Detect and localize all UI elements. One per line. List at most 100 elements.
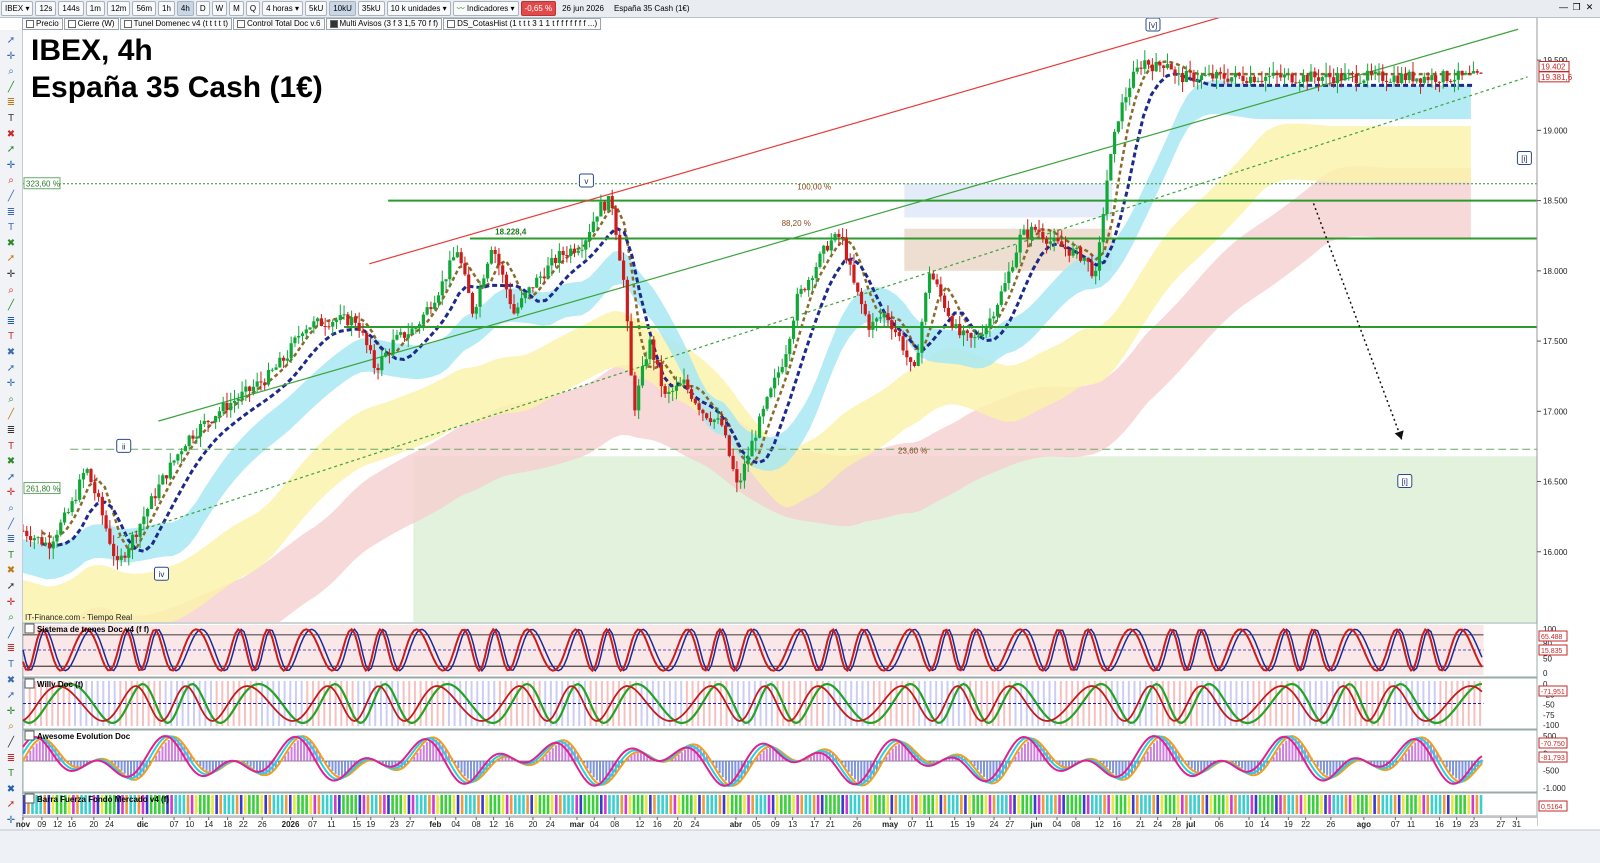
wave-label: [i]	[1397, 474, 1413, 489]
fib-extension-text: 323,60 %	[26, 180, 60, 189]
candle-body	[85, 469, 89, 473]
candle-body	[1320, 77, 1324, 81]
candle-body	[1328, 73, 1332, 78]
price-chart[interactable]: 18.228,4 88,20 % 100,00 % 23,60 % 323,60 % 26…	[0, 0, 1600, 863]
candle-body	[376, 367, 380, 371]
x-tick-label: 09	[37, 820, 46, 829]
awesome-bar	[762, 750, 765, 761]
candle-body	[433, 302, 437, 310]
x-tick-label: 07	[908, 820, 917, 829]
awesome-bar	[1448, 761, 1451, 772]
x-tick-label: 12	[635, 820, 644, 829]
force-bar	[1062, 795, 1065, 814]
force-bar	[763, 795, 767, 814]
candle-body	[875, 318, 879, 322]
candle-body	[916, 352, 920, 366]
force-bar	[370, 795, 374, 814]
force-bar	[878, 795, 881, 814]
force-bar	[935, 795, 939, 814]
force-bar	[1086, 795, 1090, 814]
force-bar	[698, 795, 701, 814]
force-bar	[264, 795, 268, 814]
force-bar	[640, 795, 644, 814]
candle-body	[1203, 74, 1207, 76]
x-tick-label: 24	[105, 820, 114, 829]
wave-label: [i]	[1516, 150, 1532, 165]
candle-body	[202, 420, 206, 425]
awesome-bar	[683, 749, 686, 761]
y-tick-label: 18.000	[1543, 267, 1568, 276]
force-bar	[378, 795, 382, 814]
force-bar	[910, 795, 914, 814]
candle-body	[436, 295, 441, 303]
target-zone-green	[413, 456, 1537, 622]
force-bar	[563, 795, 566, 814]
candle-body	[803, 288, 807, 291]
candle-body	[954, 324, 958, 328]
candle-body	[338, 315, 342, 321]
indicator-tag: -81,793	[1541, 755, 1565, 762]
candle-body	[595, 216, 599, 222]
candle-body	[1248, 76, 1253, 84]
force-bar	[714, 795, 718, 814]
x-tick-label: 16	[505, 820, 514, 829]
x-tick-label: 12	[1095, 820, 1104, 829]
force-bar	[919, 795, 922, 814]
force-bar	[1054, 795, 1057, 814]
awesome-bar	[1237, 761, 1240, 767]
force-bar	[1127, 795, 1131, 814]
candle-body	[1135, 67, 1139, 72]
x-tick-label: 11	[327, 820, 336, 829]
force-bar	[599, 795, 603, 814]
force-bar	[820, 795, 824, 814]
force-bar	[694, 795, 697, 814]
awesome-bar	[768, 747, 771, 761]
candle-body	[788, 338, 792, 355]
x-tick-label: 19	[1452, 820, 1461, 829]
force-bar	[252, 795, 255, 814]
force-bar	[1410, 795, 1413, 814]
candle-body	[569, 248, 573, 257]
x-tick-label: 07	[170, 820, 179, 829]
force-bar	[1336, 795, 1340, 814]
indicator-checkbox	[24, 678, 35, 689]
candle-body	[1128, 87, 1132, 98]
candle-body	[62, 512, 67, 523]
candle-body	[1033, 226, 1037, 230]
x-tick-label: 24	[990, 820, 999, 829]
candle-body	[701, 409, 705, 414]
x-tick-label: 19	[366, 820, 375, 829]
force-bar	[436, 795, 439, 814]
force-bar	[321, 795, 325, 814]
candle-body	[1392, 75, 1396, 82]
indicator-name: Barra Fuerza Fondo Mercado v4 (f)	[37, 795, 169, 804]
indicator-pane-3: Barra Fuerza Fondo Mercado v4 (f) 0,5164	[22, 792, 1568, 817]
force-bar	[649, 795, 652, 814]
candle-body	[1373, 71, 1377, 74]
candle-body	[1309, 71, 1313, 82]
force-bar	[685, 795, 689, 814]
force-bar	[567, 795, 570, 814]
force-bar	[1140, 795, 1143, 814]
candle-body	[878, 317, 883, 319]
x-tick-label: 15	[950, 820, 959, 829]
candle-body	[1112, 131, 1117, 155]
indicator-name: Willy Doc (t)	[37, 680, 83, 689]
candle-body	[961, 330, 966, 336]
force-bar	[960, 795, 963, 814]
candle-body	[754, 437, 758, 441]
force-bar	[857, 795, 861, 814]
force-bar	[1005, 795, 1008, 814]
force-bar	[1213, 795, 1217, 814]
candle-body	[368, 345, 373, 351]
candle-body	[293, 337, 297, 344]
x-tick-label: 11	[1407, 820, 1416, 829]
awesome-bar	[1285, 740, 1288, 761]
force-bar	[1254, 795, 1258, 814]
awesome-bar	[1190, 761, 1193, 769]
awesome-bar	[1149, 746, 1152, 761]
willy-bar	[561, 681, 564, 726]
force-bar	[902, 795, 906, 814]
indicator-tag: -70.750	[1541, 741, 1565, 748]
awesome-bar	[293, 743, 296, 761]
